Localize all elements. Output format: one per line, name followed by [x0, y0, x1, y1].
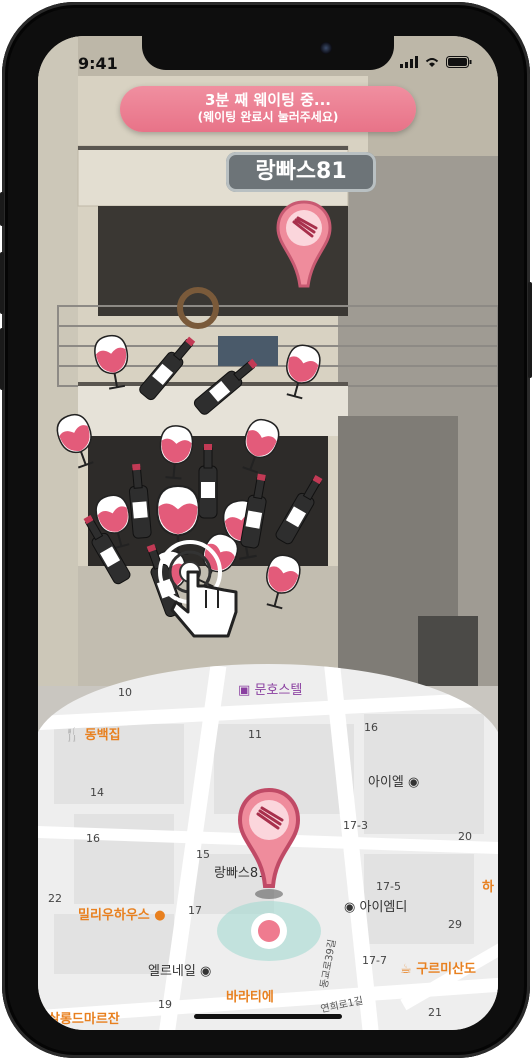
- map-label-ha[interactable]: 하: [482, 876, 494, 895]
- phone-frame: 10 ▣ 문호스텔 🍴 동백집 11 16 14 아이엘 ◉ 16 17-3 2…: [0, 2, 532, 1058]
- map-number: 17-3: [343, 819, 368, 832]
- home-indicator[interactable]: [194, 1014, 342, 1019]
- battery-icon: [446, 56, 472, 68]
- map-label-aiel[interactable]: 아이엘 ◉: [368, 771, 419, 790]
- map-number: 16: [364, 721, 378, 734]
- map-label-dongbaek[interactable]: 🍴 동백집: [64, 724, 121, 743]
- poi-icon: ◉: [199, 964, 212, 979]
- map-label-aiemdi[interactable]: ◉ 아이엠디: [344, 896, 407, 915]
- map-number: 20: [458, 830, 472, 843]
- map-number: 16: [86, 832, 100, 845]
- map-number: 17-7: [362, 954, 387, 967]
- map-destination-pin-icon[interactable]: [234, 786, 304, 906]
- map-number: 15: [196, 848, 210, 861]
- current-location-icon[interactable]: [214, 896, 324, 966]
- screen: 10 ▣ 문호스텔 🍴 동백집 11 16 14 아이엘 ◉ 16 17-3 2…: [38, 36, 498, 1030]
- map-label-elnail[interactable]: 엘르네일 ◉: [148, 960, 211, 979]
- hotel-icon: ▣: [238, 683, 251, 698]
- map-label-salong[interactable]: 살롱드마르잔: [48, 1008, 120, 1027]
- map-label-gurumi[interactable]: ☕ 구르미산도: [400, 958, 476, 977]
- waiting-status-button[interactable]: 3분 째 웨이팅 중... (웨이팅 완료시 눌러주세요): [120, 86, 416, 132]
- mute-switch: [0, 192, 4, 226]
- power-button: [528, 282, 532, 378]
- map-number: 17: [188, 904, 202, 917]
- map-number: 21: [428, 1006, 442, 1019]
- shop-icon: ●: [154, 908, 166, 923]
- map-number: 22: [48, 892, 62, 905]
- map-number: 10: [118, 686, 132, 699]
- poi-icon: ◉: [408, 775, 420, 790]
- map-label-barati[interactable]: 바라티에: [226, 986, 274, 1005]
- map-number: 11: [248, 728, 262, 741]
- map-number: 29: [448, 918, 462, 931]
- place-name-label: 랑빠스81: [226, 152, 376, 192]
- cafe-icon: ☕: [400, 962, 412, 977]
- poi-icon: ◉: [344, 900, 356, 915]
- cellular-signal-icon: [400, 56, 418, 68]
- map-number: 19: [158, 998, 172, 1011]
- status-time: 9:41: [78, 54, 118, 73]
- wifi-icon: [425, 58, 439, 67]
- volume-down-button: [0, 328, 4, 390]
- volume-up-button: [0, 252, 4, 314]
- waiting-instruction-text: (웨이팅 완료시 눌러주세요): [197, 110, 339, 124]
- map-label-milliu[interactable]: 밀리우하우스 ●: [78, 904, 166, 923]
- ar-location-pin-icon[interactable]: [274, 198, 334, 294]
- status-bar: 9:41: [38, 36, 498, 84]
- map-number: 14: [90, 786, 104, 799]
- restaurant-icon: 🍴: [64, 728, 81, 743]
- waiting-status-text: 3분 째 웨이팅 중...: [205, 91, 331, 109]
- map-number: 17-5: [376, 880, 401, 893]
- tap-hand-icon[interactable]: [158, 532, 248, 642]
- map-label-munhostel[interactable]: ▣ 문호스텔: [238, 679, 302, 698]
